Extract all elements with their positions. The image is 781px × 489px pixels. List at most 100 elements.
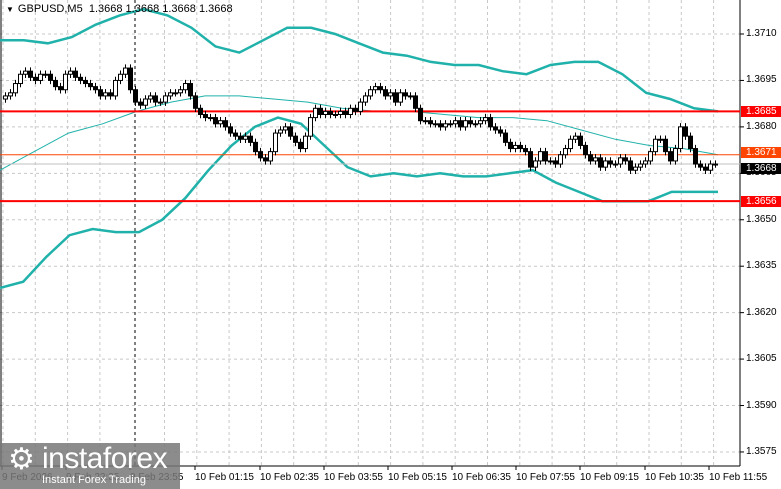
x-tick-label: 10 Feb 06:35 [452, 472, 511, 483]
candle-bull [43, 73, 48, 76]
candle-bull [708, 163, 713, 171]
candle-bull [178, 89, 183, 94]
candle-bull [273, 132, 278, 153]
candle-bear [468, 120, 473, 125]
candle-bear [293, 135, 298, 143]
bollinger-lower [0, 116, 718, 290]
candle-bull [513, 144, 518, 150]
x-tick-label: 10 Feb 03:55 [324, 472, 383, 483]
ohlc-values: 1.3668 1.3668 1.3668 1.3668 [88, 3, 233, 15]
x-tick-label: 10 Feb 09:15 [580, 472, 639, 483]
candle-bear [253, 141, 258, 153]
candle-bear [683, 126, 688, 137]
candle-bear [498, 129, 503, 134]
candle-bear [353, 107, 358, 112]
candle-bear [623, 157, 628, 162]
candle-bear [403, 92, 408, 97]
candle-bull [148, 95, 153, 100]
x-tick-label: 10 Feb 11:55 [709, 472, 768, 483]
candle-bull [313, 107, 318, 119]
symbol-label: GBPUSD,M5 [17, 3, 83, 15]
candle-bear [203, 113, 208, 119]
candle-bull [658, 138, 663, 141]
candle-bull [533, 160, 538, 168]
candle-bear [33, 76, 38, 81]
candle-bull [278, 129, 283, 134]
candle-bull [123, 67, 128, 75]
candle-bull [483, 117, 488, 122]
candle-bull [558, 154, 563, 165]
candle-bull [613, 163, 618, 166]
candle-bear [298, 141, 303, 150]
candle-bear [393, 92, 398, 103]
candle-bear [503, 132, 508, 143]
y-tick-label: 1.3605 [746, 353, 777, 365]
instaforex-watermark: ⚙ instaforex Instant Forex Trading [0, 443, 180, 489]
candle-bull [103, 92, 108, 97]
candle-bull [388, 92, 393, 97]
candle-bull [443, 123, 448, 128]
candle-bull [538, 151, 543, 162]
watermark-brand: instaforex [42, 442, 168, 475]
candle-bear [193, 95, 198, 109]
candle-bull [648, 151, 653, 162]
candle-bear [98, 89, 103, 97]
candle-bear [48, 73, 53, 81]
candle-bear [78, 76, 83, 81]
candle-bear [698, 163, 703, 168]
candle-bull [333, 113, 338, 116]
candle-bull [268, 151, 273, 162]
candle-bull [218, 120, 223, 125]
candle-bull [183, 83, 188, 91]
dropdown-triangle-icon[interactable]: ▼ [6, 5, 14, 14]
candle-bear [28, 70, 33, 78]
candle-bear [288, 126, 293, 137]
candle-bull [208, 117, 213, 120]
candle-bear [238, 135, 243, 140]
candle-bull [368, 89, 373, 97]
candle-bear [73, 70, 78, 78]
candle-bull [168, 92, 173, 97]
candle-bear [578, 135, 583, 146]
candle-bull [63, 73, 68, 91]
candle-bear [343, 110, 348, 115]
price-label-resistance: 1.3685 [741, 105, 781, 117]
candle-bull [408, 95, 413, 98]
candle-bear [493, 126, 498, 131]
candle-bear [588, 154, 593, 162]
candle-bull [593, 157, 598, 162]
candle-bull [358, 101, 363, 112]
candle-bull [68, 70, 73, 75]
candle-bear [53, 79, 58, 88]
candle-bear [608, 160, 613, 165]
candle-bear [83, 79, 88, 85]
candle-bull [243, 135, 248, 140]
candle-bull [618, 157, 623, 165]
candle-bull [473, 123, 478, 126]
candle-bull [643, 160, 648, 165]
candle-bull [603, 160, 608, 168]
candle-bear [518, 144, 523, 150]
candle-bear [328, 110, 333, 115]
x-tick-label: 10 Feb 07:55 [516, 472, 575, 483]
candle-bear [438, 123, 443, 128]
candle-bull [568, 138, 573, 150]
candle-bear [213, 117, 218, 125]
candle-bear [153, 95, 158, 103]
candle-bear [248, 135, 253, 143]
candle-bear [663, 138, 668, 153]
candle-bull [3, 95, 8, 100]
y-tick-label: 1.3590 [746, 399, 777, 411]
candle-bear [188, 83, 193, 97]
candle-bear [58, 86, 63, 91]
candle-bull [433, 123, 438, 126]
candle-bull [348, 107, 353, 115]
candle-bull [143, 98, 148, 106]
candle-bull [678, 126, 683, 150]
x-tick-label: 10 Feb 02:35 [260, 472, 319, 483]
price-chart[interactable] [0, 0, 781, 489]
price-label-ask: 1.3671 [741, 147, 781, 159]
candle-bull [573, 135, 578, 140]
candle-bear [418, 107, 423, 122]
candle-bull [398, 92, 403, 103]
